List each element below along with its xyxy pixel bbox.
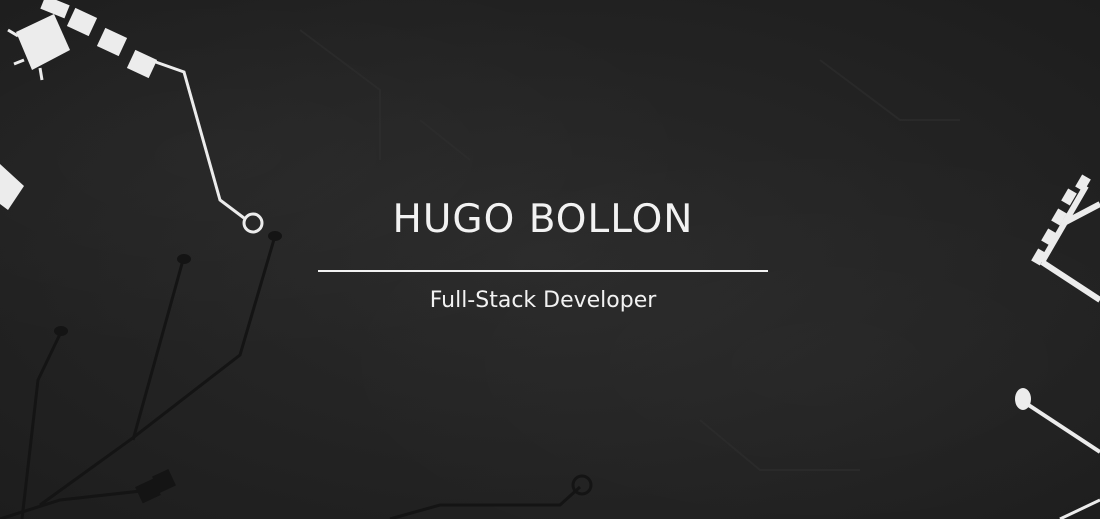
hero-content: HUGO BOLLON Full-Stack Developer xyxy=(0,0,1100,519)
title-divider xyxy=(318,270,768,272)
hero-name: HUGO BOLLON xyxy=(392,197,694,242)
hero-section: HUGO BOLLON Full-Stack Developer xyxy=(0,0,1100,519)
hero-role: Full-Stack Developer xyxy=(429,288,657,313)
